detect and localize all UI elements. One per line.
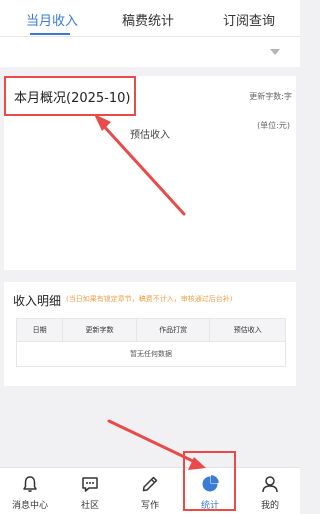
income-detail-card: 收入明细 (当日如果有锁定章节，稿费不计入，审核通过后台补) 日期 更新字数 作… xyxy=(4,282,296,386)
tab-bar: 当月收入 稿费统计 订阅查询 xyxy=(0,0,300,37)
tab-subscription-query[interactable]: 订阅查询 xyxy=(223,10,275,29)
income-detail-table: 日期 更新字数 作品打赏 预估收入 暂无任何数据 xyxy=(15,318,286,367)
filter-dropdown[interactable] xyxy=(0,37,300,67)
page: 当月收入 稿费统计 订阅查询 本月概况(2025-10) 更新字数:字 (单位:… xyxy=(0,0,300,514)
pen-icon xyxy=(140,474,160,494)
empty-state-text: 暂无任何数据 xyxy=(16,341,286,367)
user-icon xyxy=(260,474,280,494)
chat-icon xyxy=(80,474,100,494)
column-tips: 作品打赏 xyxy=(135,318,211,342)
unit-label: (单位:元) xyxy=(257,121,290,130)
bell-icon xyxy=(20,474,40,494)
bottom-navigation: 消息中心 社区 写作 统计 我的 xyxy=(0,467,300,514)
income-detail-note: (当日如果有锁定章节，稿费不计入，审核通过后台补) xyxy=(66,295,233,303)
nav-label-community: 社区 xyxy=(80,501,99,511)
tab-royalty-stats[interactable]: 稿费统计 xyxy=(122,10,174,29)
nav-label-mine: 我的 xyxy=(260,501,279,511)
table-row: 暂无任何数据 xyxy=(16,341,286,367)
updated-words-label: 更新字数:字 xyxy=(249,92,292,101)
column-estimated-income: 预估收入 xyxy=(209,318,286,342)
nav-label-messages: 消息中心 xyxy=(11,501,48,511)
active-tab-indicator xyxy=(30,33,70,35)
nav-label-write: 写作 xyxy=(140,501,159,511)
chevron-down-icon[interactable] xyxy=(270,49,280,55)
estimated-income-label: 预估收入 xyxy=(130,130,170,141)
column-date: 日期 xyxy=(15,318,64,342)
annotation-highlight-box xyxy=(4,76,136,116)
nav-item-mine[interactable]: 我的 xyxy=(240,468,300,514)
nav-item-write[interactable]: 写作 xyxy=(120,468,180,514)
monthly-overview-card: 本月概况(2025-10) 更新字数:字 (单位:元) 预估收入 xyxy=(4,76,296,270)
annotation-highlight-box xyxy=(183,451,236,511)
column-updated-words: 更新字数 xyxy=(62,318,137,342)
tab-monthly-income[interactable]: 当月收入 xyxy=(26,10,78,29)
income-detail-title: 收入明细 xyxy=(13,294,62,308)
nav-item-community[interactable]: 社区 xyxy=(60,468,120,514)
table-header-row: 日期 更新字数 作品打赏 预估收入 xyxy=(15,318,286,342)
nav-item-messages[interactable]: 消息中心 xyxy=(0,468,60,514)
